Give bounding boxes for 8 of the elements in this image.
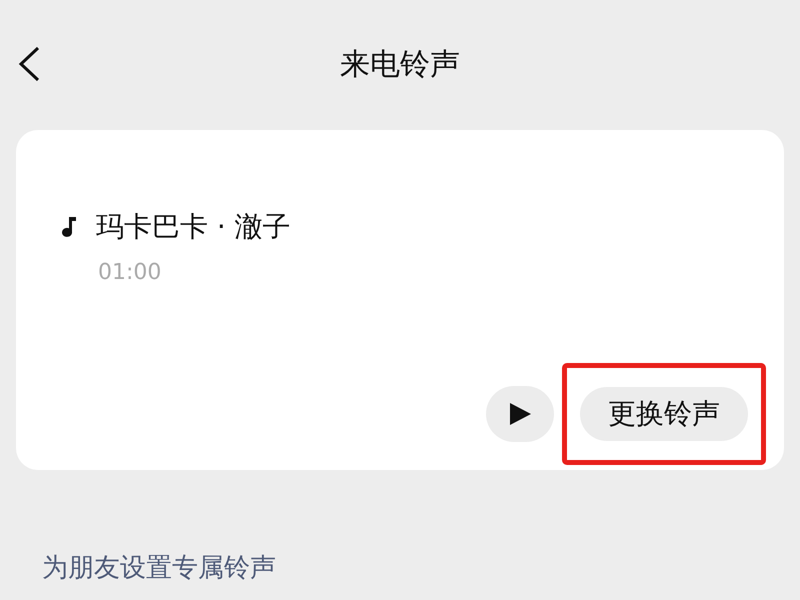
page-title: 来电铃声 — [340, 46, 460, 84]
play-icon — [508, 402, 532, 426]
ringtone-name: 玛卡巴卡 · 澈子 — [96, 209, 291, 245]
friend-ringtone-link[interactable]: 为朋友设置专属铃声 — [42, 553, 276, 583]
back-icon[interactable] — [16, 46, 42, 82]
music-note-icon — [60, 216, 78, 238]
ringtone-duration: 01:00 — [98, 260, 162, 285]
change-ringtone-button[interactable]: 更换铃声 — [580, 387, 748, 441]
